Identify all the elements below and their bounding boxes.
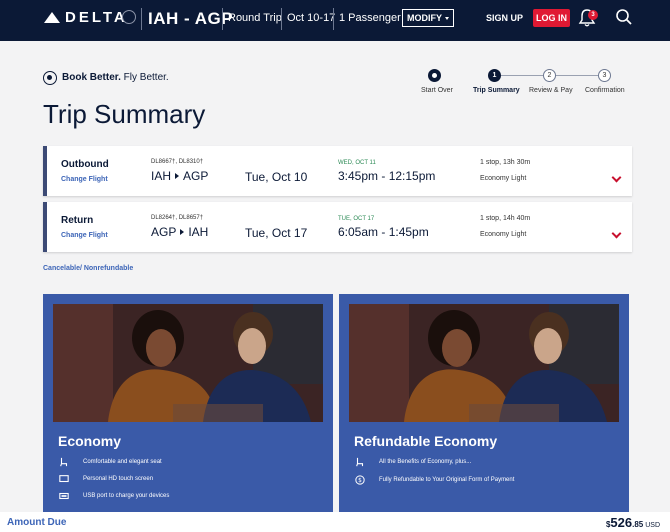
seat-icon bbox=[60, 457, 68, 467]
flight-route: IAH AGP bbox=[151, 169, 208, 183]
sign-up-link[interactable]: SIGN UP bbox=[486, 13, 523, 23]
economy-fare-card[interactable]: Economy Comfortable and elegant seat Per… bbox=[43, 294, 333, 512]
log-in-button[interactable]: LOG IN bbox=[533, 9, 570, 27]
flight-times: 6:05am - 1:45pm bbox=[338, 225, 429, 239]
arrival-day: TUE, OCT 17 bbox=[338, 216, 375, 222]
tagline-bold: Book Better. bbox=[62, 72, 121, 83]
seat-icon bbox=[356, 457, 364, 467]
flight-direction-label: Outbound bbox=[61, 159, 109, 170]
header-divider bbox=[281, 8, 282, 30]
skyteam-seal-icon bbox=[122, 10, 136, 24]
step-connector bbox=[500, 75, 543, 76]
passengers-photo bbox=[349, 304, 619, 422]
passenger-count: 1 Passenger bbox=[339, 12, 401, 24]
delta-widget-icon bbox=[44, 12, 60, 23]
fare-name: Economy bbox=[58, 433, 122, 449]
flight-numbers: DL8667†, DL8310† bbox=[151, 159, 204, 165]
route-arrow-icon bbox=[180, 229, 185, 235]
header-divider bbox=[141, 8, 142, 30]
step-label-trip-summary: Trip Summary bbox=[473, 87, 520, 94]
fare-feature: $ Fully Refundable to Your Original Form… bbox=[354, 475, 514, 485]
destination-airport: IAH bbox=[188, 225, 209, 239]
destination-airport: AGP bbox=[183, 169, 209, 183]
expand-chevron-icon[interactable] bbox=[611, 172, 622, 183]
route-arrow-icon bbox=[175, 173, 180, 179]
trip-type: Round Trip bbox=[228, 12, 282, 24]
svg-text:$: $ bbox=[358, 478, 362, 484]
top-navigation-bar: DELTA IAH - AGP Round Trip Oct 10-17 1 P… bbox=[0, 0, 670, 41]
usb-icon bbox=[59, 492, 69, 500]
step-1-dot: 1 bbox=[488, 69, 501, 82]
fare-name: Refundable Economy bbox=[354, 433, 498, 449]
tagline-rest: Fly Better. bbox=[120, 72, 169, 83]
fare-feature: All the Benefits of Economy, plus... bbox=[354, 457, 471, 467]
origin-airport: AGP bbox=[151, 225, 177, 239]
start-over-step-icon[interactable] bbox=[428, 69, 441, 82]
modify-label: MODIFY bbox=[407, 13, 442, 23]
header-divider bbox=[333, 8, 334, 30]
header-divider bbox=[222, 8, 223, 30]
stops-duration: 1 stop, 13h 30m bbox=[480, 159, 531, 166]
change-flight-link[interactable]: Change Flight bbox=[61, 232, 108, 239]
fare-feature: Comfortable and elegant seat bbox=[58, 457, 162, 467]
outbound-flight-card[interactable]: Outbound Change Flight DL8667†, DL8310† … bbox=[43, 146, 632, 196]
logo-text: DELTA bbox=[65, 9, 128, 26]
amount-due-label: Amount Due bbox=[7, 517, 67, 528]
step-label-review-pay: Review & Pay bbox=[529, 87, 573, 94]
fare-feature: Personal HD touch screen bbox=[58, 474, 153, 484]
step-label-confirmation: Confirmation bbox=[585, 87, 625, 94]
book-better-tagline: Book Better. Fly Better. bbox=[62, 72, 169, 83]
search-icon[interactable] bbox=[615, 8, 633, 26]
fare-feature-text: Personal HD touch screen bbox=[83, 476, 154, 482]
departure-date: Tue, Oct 17 bbox=[245, 226, 308, 240]
refundable-economy-fare-card[interactable]: Refundable Economy All the Benefits of E… bbox=[339, 294, 629, 512]
fare-feature-text: USB port to charge your devices bbox=[83, 493, 170, 499]
flight-route: AGP IAH bbox=[151, 225, 208, 239]
arrival-day: WED, OCT 11 bbox=[338, 160, 376, 166]
trip-dates: Oct 10-17 bbox=[287, 12, 336, 24]
flight-numbers: DL8264†, DL8657† bbox=[151, 215, 204, 221]
step-2-dot: 2 bbox=[543, 69, 556, 82]
fare-feature-text: Comfortable and elegant seat bbox=[83, 459, 162, 465]
return-flight-card[interactable]: Return Change Flight DL8264†, DL8657† AG… bbox=[43, 202, 632, 252]
amount-cents: .85 bbox=[632, 520, 644, 529]
fare-feature: USB port to charge your devices bbox=[58, 491, 169, 501]
notification-count-badge: 3 bbox=[588, 10, 598, 20]
modify-button[interactable]: MODIFY bbox=[402, 9, 454, 27]
fare-feature-text: Fully Refundable to Your Original Form o… bbox=[379, 477, 515, 483]
amount-currency: USD bbox=[645, 522, 660, 529]
expand-chevron-icon[interactable] bbox=[611, 228, 622, 239]
dollar-icon: $ bbox=[355, 475, 365, 485]
fare-class: Economy Light bbox=[480, 175, 527, 182]
step-connector bbox=[556, 75, 598, 76]
fare-policy-link[interactable]: Cancelable/ Nonrefundable bbox=[43, 265, 133, 272]
flight-direction-label: Return bbox=[61, 215, 94, 226]
change-flight-link[interactable]: Change Flight bbox=[61, 176, 108, 183]
delta-logo[interactable]: DELTA bbox=[44, 9, 128, 26]
chevron-down-icon bbox=[445, 16, 449, 20]
trip-route: IAH - AGP bbox=[148, 9, 234, 28]
origin-airport: IAH bbox=[151, 169, 172, 183]
passengers-photo bbox=[53, 304, 323, 422]
screen-icon bbox=[59, 475, 69, 483]
flight-times: 3:45pm - 12:15pm bbox=[338, 169, 436, 183]
start-over-link[interactable]: Start Over bbox=[421, 87, 453, 94]
fare-feature-text: All the Benefits of Economy, plus... bbox=[379, 459, 472, 465]
amount-due-value: $ 526 .85 USD bbox=[606, 515, 660, 530]
fare-class: Economy Light bbox=[480, 231, 527, 238]
page-title: Trip Summary bbox=[43, 99, 206, 129]
step-3-dot: 3 bbox=[598, 69, 611, 82]
amount-whole: 526 bbox=[610, 515, 633, 530]
departure-date: Tue, Oct 10 bbox=[245, 170, 308, 184]
stops-duration: 1 stop, 14h 40m bbox=[480, 215, 531, 222]
amount-due-bar: Amount Due $ 526 .85 USD bbox=[0, 512, 670, 532]
delta-seal-icon bbox=[43, 71, 57, 85]
